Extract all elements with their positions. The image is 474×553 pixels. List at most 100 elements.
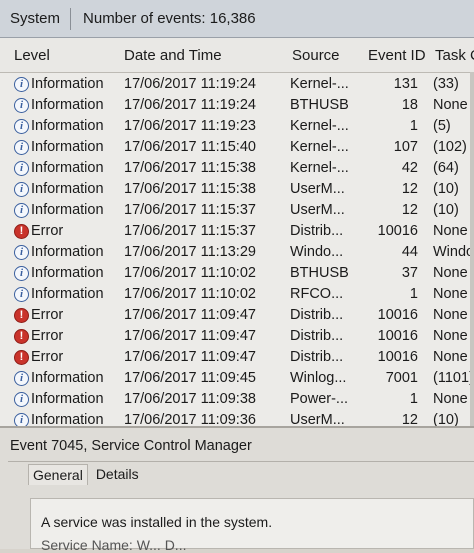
cell-level: i Information [14, 202, 104, 218]
info-icon: i [14, 412, 29, 426]
cell-task: None [433, 391, 468, 407]
info-icon: i [14, 160, 29, 176]
column-header-row: Level Date and Time Source Event ID Task… [0, 38, 474, 73]
cell-event-id: 42 [401, 160, 418, 176]
tab-details[interactable]: Details [92, 464, 143, 485]
cell-event-id: 10016 [377, 349, 418, 365]
level-text: Information [31, 160, 104, 176]
info-icon: i [14, 370, 29, 386]
cell-task: None [433, 328, 468, 344]
event-count: Number of events: 16,386 [83, 10, 256, 27]
info-icon: i [14, 202, 29, 218]
level-text: Information [31, 286, 104, 302]
detail-tabs: General Details [28, 464, 147, 485]
column-header-event-id[interactable]: Event ID [368, 47, 426, 64]
level-text: Information [31, 412, 104, 426]
event-list[interactable]: Level Date and Time Source Event ID Task… [0, 38, 474, 426]
column-header-task[interactable]: Task C [435, 47, 474, 64]
tab-general[interactable]: General [28, 464, 88, 485]
cell-task: (5) [433, 118, 451, 134]
cell-source: Kernel-... [290, 139, 349, 155]
column-header-level[interactable]: Level [14, 47, 50, 64]
event-rows: i Information 17/06/2017 11:19:24 Kernel-..… [0, 74, 474, 426]
cell-date: 17/06/2017 11:09:47 [124, 328, 256, 344]
cell-level: i Information [14, 265, 104, 281]
level-text: Information [31, 202, 104, 218]
cell-level: ! Error [14, 328, 63, 344]
cell-task: (10) [433, 202, 459, 218]
level-text: Information [31, 97, 104, 113]
table-row[interactable]: ! Error 17/06/2017 11:15:37 Distrib... 10016… [0, 221, 474, 242]
cell-date: 17/06/2017 11:15:38 [124, 160, 256, 176]
cell-level: i Information [14, 160, 104, 176]
level-text: Information [31, 391, 104, 407]
table-row[interactable]: i Information 17/06/2017 11:13:29 Windo... 4… [0, 242, 474, 263]
cell-event-id: 7001 [385, 370, 418, 386]
cell-event-id: 1 [409, 118, 418, 134]
cell-level: i Information [14, 370, 104, 386]
column-header-date[interactable]: Date and Time [124, 47, 222, 64]
table-row[interactable]: i Information 17/06/2017 11:10:02 BTHUSB 37 N… [0, 263, 474, 284]
level-text: Information [31, 181, 104, 197]
table-row[interactable]: i Information 17/06/2017 11:15:37 UserM... 1… [0, 200, 474, 221]
table-row[interactable]: i Information 17/06/2017 11:15:38 UserM... 1… [0, 179, 474, 200]
table-row[interactable]: i Information 17/06/2017 11:19:24 Kernel-..… [0, 74, 474, 95]
cell-level: i Information [14, 97, 104, 113]
event-detail-title: Event 7045, Service Control Manager [10, 438, 252, 454]
level-text: Information [31, 370, 104, 386]
cell-level: i Information [14, 181, 104, 197]
table-row[interactable]: i Information 17/06/2017 11:15:40 Kernel-..… [0, 137, 474, 158]
log-name: System [10, 10, 61, 27]
level-text: Error [31, 223, 64, 239]
vertical-scrollbar[interactable] [470, 72, 474, 426]
table-row[interactable]: i Information 17/06/2017 11:09:45 Winlog...… [0, 368, 474, 389]
cell-date: 17/06/2017 11:13:29 [124, 244, 256, 260]
cell-level: ! Error [14, 307, 63, 323]
table-row[interactable]: ! Error 17/06/2017 11:09:47 Distrib... 10016… [0, 347, 474, 368]
level-text: Information [31, 265, 104, 281]
cell-date: 17/06/2017 11:19:23 [124, 118, 256, 134]
cell-event-id: 10016 [377, 307, 418, 323]
cell-source: UserM... [290, 181, 345, 197]
table-row[interactable]: i Information 17/06/2017 11:10:02 RFCO... 1 N… [0, 284, 474, 305]
cell-source: Kernel-... [290, 160, 349, 176]
table-row[interactable]: ! Error 17/06/2017 11:09:47 Distrib... 10016… [0, 326, 474, 347]
cell-date: 17/06/2017 11:15:37 [124, 202, 256, 218]
cell-task: (1101) [433, 370, 474, 386]
cell-date: 17/06/2017 11:15:38 [124, 181, 256, 197]
cell-source: UserM... [290, 412, 345, 426]
cell-source: Distrib... [290, 307, 344, 323]
cell-date: 17/06/2017 11:19:24 [124, 76, 256, 92]
table-row[interactable]: ! Error 17/06/2017 11:09:47 Distrib... 10016… [0, 305, 474, 326]
cell-level: ! Error [14, 349, 63, 365]
error-icon: ! [14, 328, 29, 344]
table-row[interactable]: i Information 17/06/2017 11:15:38 Kernel-..… [0, 158, 474, 179]
cell-date: 17/06/2017 11:09:38 [124, 391, 256, 407]
cell-level: i Information [14, 118, 104, 134]
level-text: Information [31, 244, 104, 260]
table-row[interactable]: i Information 17/06/2017 11:09:38 Power-...… [0, 389, 474, 410]
log-header-bar: System Number of events: 16,386 [0, 0, 474, 38]
level-text: Information [31, 118, 104, 134]
table-row[interactable]: i Information 17/06/2017 11:19:24 BTHUSB 18 N… [0, 95, 474, 116]
event-description: A service was installed in the system. [41, 514, 273, 530]
column-header-source[interactable]: Source [292, 47, 340, 64]
level-text: Error [31, 328, 64, 344]
service-name-line: Service Name: W... D... [41, 537, 187, 553]
cell-level: i Information [14, 76, 104, 92]
table-row[interactable]: i Information 17/06/2017 11:19:23 Kernel-..… [0, 116, 474, 137]
cell-event-id: 10016 [377, 328, 418, 344]
cell-event-id: 1 [409, 286, 418, 302]
error-icon: ! [14, 307, 29, 323]
cell-task: None [433, 97, 468, 113]
cell-task: None [433, 349, 468, 365]
table-row[interactable]: i Information 17/06/2017 11:09:36 UserM... 1… [0, 410, 474, 426]
cell-source: Distrib... [290, 328, 344, 344]
info-icon: i [14, 97, 29, 113]
cell-task: (102) [433, 139, 467, 155]
detail-divider [8, 461, 474, 462]
cell-source: Distrib... [290, 349, 344, 365]
error-icon: ! [14, 223, 29, 239]
cell-source: Kernel-... [290, 76, 349, 92]
cell-event-id: 37 [401, 265, 418, 281]
